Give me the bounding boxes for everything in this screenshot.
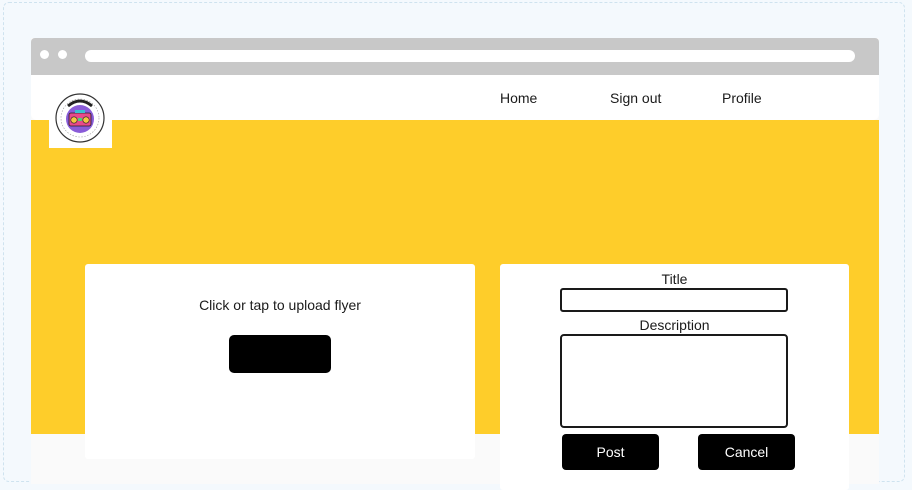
browser-chrome-bar: [31, 38, 879, 75]
nav-profile-link[interactable]: Profile: [722, 90, 762, 106]
post-button[interactable]: Post: [562, 434, 659, 470]
upload-prompt: Click or tap to upload flyer: [199, 297, 361, 313]
nav-home-link[interactable]: Home: [500, 90, 537, 106]
hero-section: Click or tap to upload flyer Title Descr…: [31, 120, 879, 490]
window-dot-icon: [40, 50, 49, 59]
nav-sign-out-link[interactable]: Sign out: [610, 90, 661, 106]
title-input[interactable]: [560, 288, 788, 312]
event-form-card: Title Description Post Cancel: [500, 264, 849, 490]
upload-flyer-button[interactable]: [229, 335, 331, 373]
description-input[interactable]: [560, 334, 788, 428]
flyer-upload-card[interactable]: Click or tap to upload flyer: [85, 264, 475, 459]
browser-window: Home Sign out Profile Click or tap to up…: [31, 38, 879, 490]
title-label: Title: [661, 271, 688, 287]
cancel-button[interactable]: Cancel: [698, 434, 795, 470]
window-dot-icon: [58, 50, 67, 59]
top-navigation: Home Sign out Profile: [31, 75, 879, 120]
boombox-logo-icon: [55, 93, 105, 143]
address-bar[interactable]: [85, 50, 855, 62]
site-logo[interactable]: [49, 86, 112, 148]
description-label: Description: [639, 317, 710, 333]
